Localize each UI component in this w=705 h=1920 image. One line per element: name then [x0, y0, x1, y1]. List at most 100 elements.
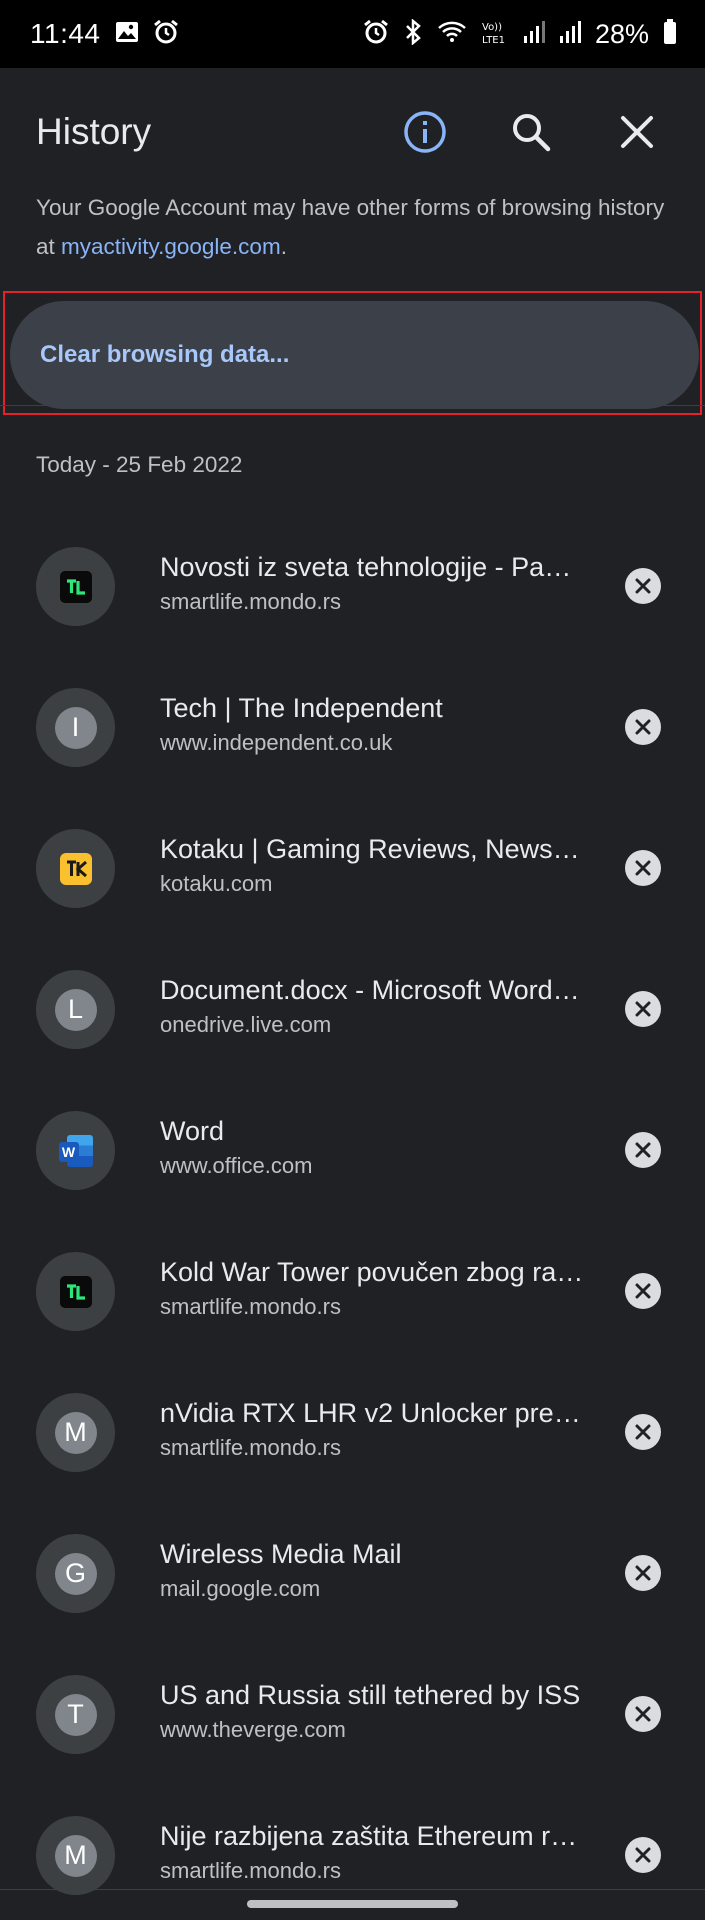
history-item-title: Nije razbijena zaštita Ethereum rudarenj… — [160, 1821, 585, 1851]
history-item[interactable]: G Wireless Media Mail mail.google.com — [0, 1503, 705, 1644]
history-item-text: Wireless Media Mail mail.google.com — [160, 1537, 585, 1604]
history-item-title: US and Russia still tethered by ISS — [160, 1680, 581, 1710]
letter-favicon-icon: I — [54, 706, 97, 749]
history-item[interactable]: Kold War Tower povučen zbog razloga smart… — [0, 1221, 705, 1362]
history-item-url: smartlife.mondo.rs — [160, 589, 341, 614]
signal-icon — [559, 20, 581, 49]
nav-divider — [0, 1889, 705, 1890]
history-item[interactable]: L Document.docx - Microsoft Word Online on… — [0, 939, 705, 1080]
svg-text:Vo)): Vo)) — [482, 22, 502, 33]
history-item-text: Word www.office.com — [160, 1114, 585, 1181]
info-icon — [404, 111, 446, 153]
history-item-title: Kold War Tower povučen zbog razloga — [160, 1257, 585, 1287]
clear-browsing-data-highlight: Clear browsing data... — [3, 291, 702, 415]
remove-item-button[interactable] — [625, 568, 661, 604]
clear-browsing-data-button[interactable]: Clear browsing data... — [10, 301, 699, 409]
smartlife-logo-icon — [59, 570, 92, 603]
favicon: M — [36, 1816, 115, 1895]
history-item-text: Document.docx - Microsoft Word Online one… — [160, 973, 585, 1040]
letter-favicon-icon: G — [54, 1552, 97, 1595]
close-icon — [635, 719, 651, 735]
svg-text:LTE1: LTE1 — [482, 35, 505, 45]
search-icon — [513, 114, 551, 152]
history-item-url: smartlife.mondo.rs — [160, 1294, 341, 1319]
divider — [0, 405, 705, 406]
close-button[interactable] — [605, 100, 669, 164]
wifi-icon — [437, 20, 467, 49]
history-item[interactable]: Kotaku | Gaming Reviews, News, Tips and … — [0, 798, 705, 939]
word-logo-icon: W — [58, 1134, 93, 1167]
history-item-title: Document.docx - Microsoft Word Online — [160, 975, 585, 1005]
close-icon — [635, 578, 651, 594]
close-icon — [635, 1142, 651, 1158]
history-item[interactable]: Novosti iz sveta tehnologije - Pametni t… — [0, 516, 705, 657]
favicon: W — [36, 1111, 115, 1190]
battery-icon — [663, 18, 677, 50]
status-bar-left: 11:44 — [30, 18, 179, 50]
history-item-url: onedrive.live.com — [160, 1012, 332, 1037]
history-item-title: Wireless Media Mail — [160, 1539, 402, 1569]
history-item[interactable]: I Tech | The Independent www.independent.c… — [0, 657, 705, 798]
history-item-title: Kotaku | Gaming Reviews, News, Tips and … — [160, 834, 585, 864]
close-icon — [635, 1565, 651, 1581]
date-section-header: Today - 25 Feb 2022 — [36, 452, 243, 477]
account-notice: Your Google Account may have other forms… — [36, 188, 676, 266]
history-item[interactable]: MnVidia RTX LHR v2 Unlocker predstavljen… — [0, 1362, 705, 1503]
remove-item-button[interactable] — [625, 1414, 661, 1450]
close-icon — [635, 1424, 651, 1440]
history-item-url: www.theverge.com — [160, 1717, 346, 1742]
close-icon — [635, 860, 651, 876]
remove-item-button[interactable] — [625, 850, 661, 886]
history-item-text: Novosti iz sveta tehnologije - Pametni t… — [160, 550, 585, 617]
history-item-url: www.independent.co.uk — [160, 730, 393, 755]
info-button[interactable] — [393, 100, 457, 164]
bluetooth-icon — [403, 17, 423, 50]
history-item-text: Kold War Tower povučen zbog razloga smart… — [160, 1255, 585, 1322]
history-item-text: Tech | The Independent www.independent.co… — [160, 691, 585, 758]
close-icon — [635, 1283, 651, 1299]
search-button[interactable] — [499, 100, 563, 164]
history-list: Novosti iz sveta tehnologije - Pametni t… — [0, 516, 705, 1920]
remove-item-button[interactable] — [625, 1555, 661, 1591]
gallery-icon — [115, 21, 139, 48]
remove-item-button[interactable] — [625, 709, 661, 745]
letter-favicon-icon: M — [54, 1411, 97, 1454]
history-item[interactable]: T US and Russia still tethered by ISS www.… — [0, 1644, 705, 1785]
signal-icon — [523, 20, 545, 49]
history-item-text: Kotaku | Gaming Reviews, News, Tips and … — [160, 832, 585, 899]
remove-item-button[interactable] — [625, 1696, 661, 1732]
history-item-text: US and Russia still tethered by ISS www.t… — [160, 1678, 585, 1745]
favicon: L — [36, 970, 115, 1049]
history-item-title: Tech | The Independent — [160, 693, 443, 723]
myactivity-link[interactable]: myactivity.google.com — [61, 234, 281, 259]
history-item-url: smartlife.mondo.rs — [160, 1435, 341, 1460]
alarm-icon — [153, 19, 179, 50]
gesture-nav-handle[interactable] — [247, 1900, 458, 1908]
favicon — [36, 1252, 115, 1331]
remove-item-button[interactable] — [625, 1273, 661, 1309]
app-bar: History — [0, 68, 705, 196]
page-title: History — [36, 111, 152, 152]
letter-favicon-icon: M — [54, 1834, 97, 1877]
history-item-url: www.office.com — [160, 1153, 313, 1178]
status-bar: 11:44 Vo)) LTE1 28% — [0, 0, 705, 68]
favicon: M — [36, 1393, 115, 1472]
status-time: 11:44 — [30, 18, 101, 49]
history-item-title: nVidia RTX LHR v2 Unlocker predstavljen — [160, 1398, 585, 1428]
status-bar-right: Vo)) LTE1 28% — [363, 17, 677, 50]
history-item-title: Novosti iz sveta tehnologije - Pametni t… — [160, 552, 585, 582]
close-icon — [635, 1847, 651, 1863]
favicon — [36, 829, 115, 908]
favicon: I — [36, 688, 115, 767]
letter-favicon-icon: T — [54, 1693, 97, 1736]
history-item-title: Word — [160, 1116, 225, 1146]
remove-item-button[interactable] — [625, 1132, 661, 1168]
volte-icon: Vo)) LTE1 — [481, 19, 509, 50]
remove-item-button[interactable] — [625, 991, 661, 1027]
history-item-text: Nije razbijena zaštita Ethereum rudarenj… — [160, 1819, 585, 1886]
remove-item-button[interactable] — [625, 1837, 661, 1873]
smartlife-logo-icon — [59, 1275, 92, 1308]
history-item[interactable]: W Word www.office.com — [0, 1080, 705, 1221]
letter-favicon-icon: L — [54, 988, 97, 1031]
favicon: T — [36, 1675, 115, 1754]
